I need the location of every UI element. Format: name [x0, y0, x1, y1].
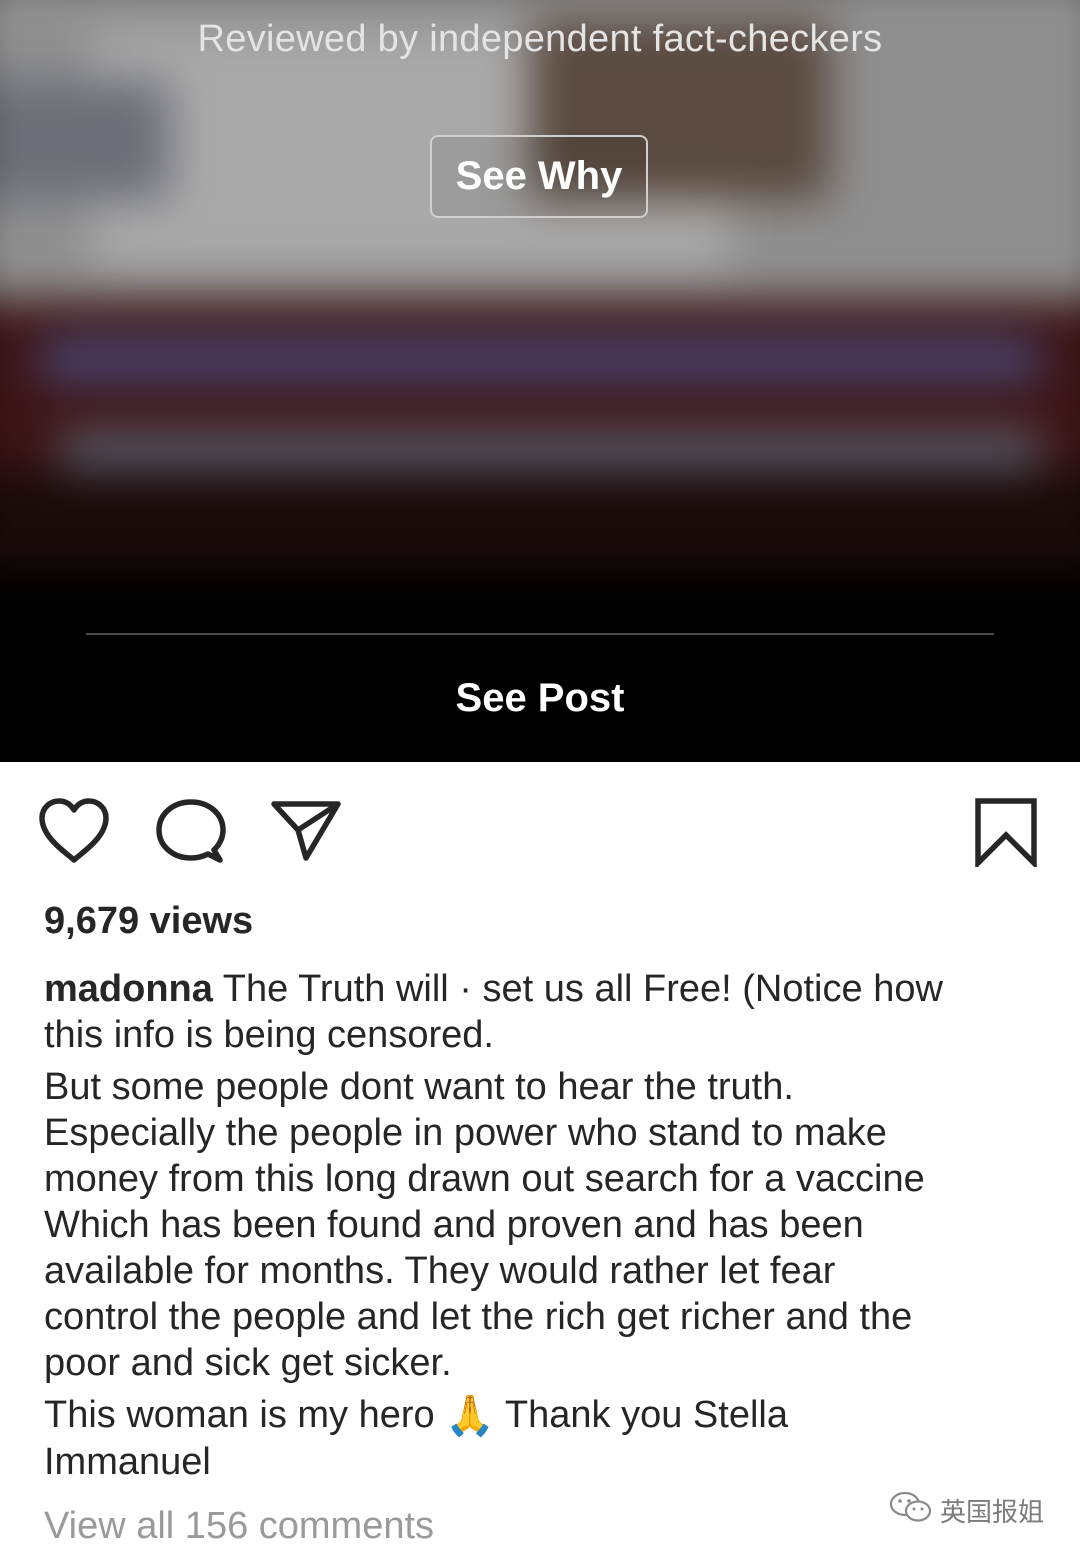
caption-line: madonna The Truth will · set us all Free…	[44, 966, 1044, 1012]
bookmark-icon[interactable]	[974, 797, 1038, 867]
divider	[86, 633, 994, 635]
comment-icon[interactable]	[156, 798, 226, 866]
see-post-button[interactable]: See Post	[0, 676, 1080, 721]
watermark: 英国报姐	[888, 1490, 1044, 1530]
send-icon[interactable]	[270, 798, 342, 862]
wechat-icon	[888, 1490, 934, 1531]
fact-check-notice: Reviewed by independent fact-checkers	[197, 18, 883, 60]
username-link[interactable]: madonna	[44, 968, 213, 1010]
see-why-button[interactable]: See Why	[430, 135, 648, 218]
blurred-image	[0, 0, 1080, 570]
post-caption: madonna The Truth will · set us all Free…	[44, 966, 1044, 1485]
caption-line: money from this long drawn out search fo…	[44, 1158, 925, 1200]
heart-icon[interactable]	[38, 798, 110, 864]
caption-line: Which has been found and proven and has …	[44, 1204, 864, 1246]
caption-text: The Truth will · set us all Free! (Notic…	[212, 968, 943, 1010]
caption-text: This woman is my hero	[44, 1394, 446, 1436]
caption-line: This woman is my hero 🙏 Thank you Stella	[44, 1392, 1044, 1439]
caption-line: Immanuel	[44, 1441, 211, 1483]
caption-line: But some people dont want to hear the tr…	[44, 1066, 794, 1108]
caption-text: Thank you Stella	[495, 1394, 788, 1436]
view-all-comments-link[interactable]: View all 156 comments	[44, 1505, 434, 1548]
caption-line: control the people and let the rich get …	[44, 1296, 913, 1338]
post-media: Reviewed by independent fact-checkers Se…	[0, 0, 1080, 762]
caption-line: available for months. They would rather …	[44, 1250, 836, 1292]
views-count: 9,679 views	[44, 900, 254, 942]
caption-line: poor and sick get sicker.	[44, 1342, 452, 1384]
praying-hands-emoji: 🙏	[445, 1394, 496, 1438]
caption-line: this info is being censored.	[44, 1014, 494, 1056]
watermark-text: 英国报姐	[940, 1496, 1045, 1527]
caption-line: Especially the people in power who stand…	[44, 1112, 887, 1154]
